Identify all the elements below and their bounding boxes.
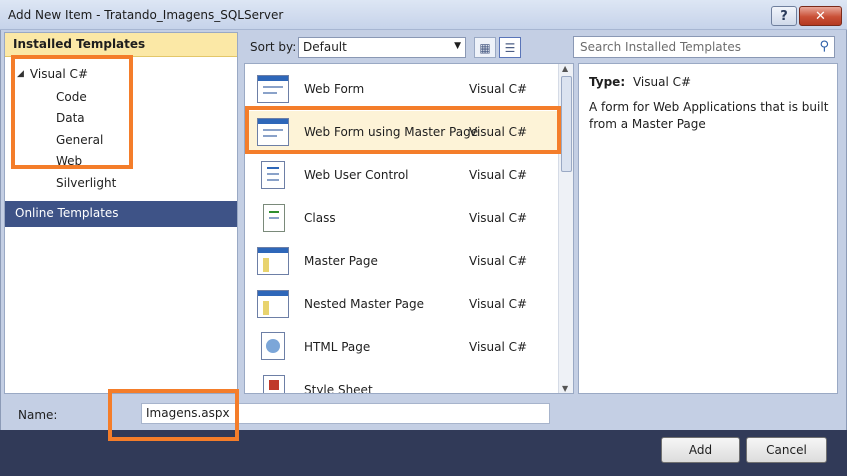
cancel-button[interactable]: Cancel [746,437,827,463]
close-button[interactable]: ✕ [799,6,842,26]
highlight-web-form-master-page [245,106,561,154]
template-details-pane: Type: Visual C# A form for Web Applicati… [578,63,838,394]
dropdown-arrow-icon: ▼ [454,41,461,51]
medium-icons-view-icon[interactable]: ▦ [474,37,496,58]
sort-by-dropdown[interactable]: Default ▼ [298,37,466,58]
template-item-web-user-control[interactable]: Web User Control Visual C# [245,154,559,197]
details-view-icon[interactable]: ☰ [499,37,521,58]
help-button[interactable]: ? [771,6,797,26]
template-name: Nested Master Page [304,297,424,311]
search-installed-templates-input[interactable]: Search Installed Templates ⚲ [573,36,835,58]
template-name: Web User Control [304,168,409,182]
template-description: A form for Web Applications that is buil… [589,100,829,131]
nested-master-page-icon [257,290,289,318]
template-name: Style Sheet [304,383,373,394]
scroll-thumb[interactable] [561,76,572,172]
master-page-icon [257,247,289,275]
tree-node-silverlight[interactable]: Silverlight [56,176,116,190]
scroll-up-icon[interactable]: ▲ [562,64,568,73]
template-name: Web Form [304,82,365,96]
template-name: Master Page [304,254,378,268]
template-item-style-sheet[interactable]: Style Sheet [245,369,559,394]
online-templates-item[interactable]: Online Templates [5,201,237,227]
template-language: Visual C# [469,254,528,268]
template-item-nested-master-page[interactable]: Nested Master Page Visual C# [245,283,559,326]
template-language: Visual C# [469,82,528,96]
installed-templates-header[interactable]: Installed Templates [5,33,237,57]
highlight-name-input [108,389,239,441]
scroll-down-icon[interactable]: ▼ [562,384,568,393]
style-sheet-icon [263,375,285,393]
type-label: Type: [589,75,626,89]
template-item-class[interactable]: Class Visual C# [245,197,559,240]
template-name: Class [304,211,336,225]
user-control-icon [261,161,285,189]
template-language: Visual C# [469,340,528,354]
search-icon[interactable]: ⚲ [819,39,829,54]
class-icon [263,204,285,232]
html-page-icon [261,332,285,360]
sort-by-value: Default [303,40,347,54]
type-value: Visual C# [632,75,692,89]
template-item-master-page[interactable]: Master Page Visual C# [245,240,559,283]
template-item-web-form[interactable]: Web Form Visual C# [245,68,559,111]
template-name: HTML Page [304,340,371,354]
search-placeholder: Search Installed Templates [580,40,741,54]
highlight-visual-csharp-web [11,55,133,169]
title-bar: Add New Item - Tratando_Imagens_SQLServe… [0,0,847,30]
web-form-icon [257,75,289,103]
template-type: Type: Visual C# [589,75,691,89]
name-label: Name: [18,408,58,422]
sort-by-label: Sort by: [250,40,297,54]
template-language: Visual C# [469,297,528,311]
template-language: Visual C# [469,211,528,225]
template-language: Visual C# [469,168,528,182]
window-title: Add New Item - Tratando_Imagens_SQLServe… [8,8,284,22]
add-button[interactable]: Add [661,437,740,463]
template-item-html-page[interactable]: HTML Page Visual C# [245,326,559,369]
